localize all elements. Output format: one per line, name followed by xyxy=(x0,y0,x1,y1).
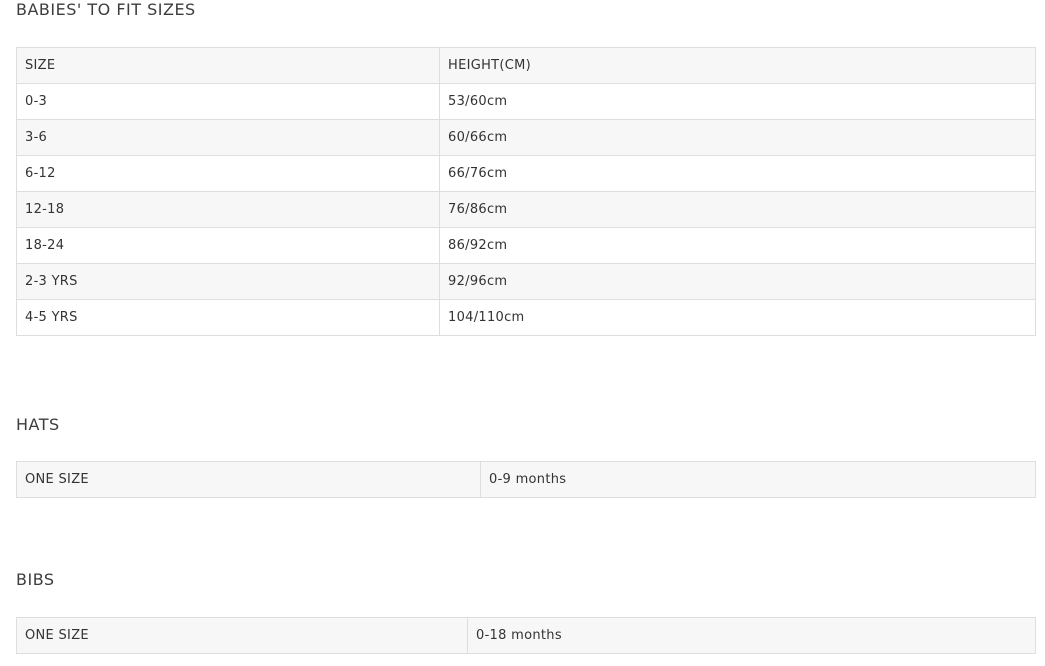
size-cell: 4-5 YRS xyxy=(16,299,440,336)
size-cell: 6-12 xyxy=(16,155,440,192)
height-cell: 60/66cm xyxy=(439,119,1036,156)
table-row: ONE SIZE 0-18 months xyxy=(16,617,1036,654)
bibs-size-table: ONE SIZE 0-18 months xyxy=(16,617,1036,654)
table-row: ONE SIZE 0-9 months xyxy=(16,461,1036,498)
table-row: 3-6 60/66cm xyxy=(16,119,1036,156)
height-cell: 76/86cm xyxy=(439,191,1036,228)
height-cell: 53/60cm xyxy=(439,83,1036,120)
height-cell: 86/92cm xyxy=(439,227,1036,264)
height-cell: 92/96cm xyxy=(439,263,1036,300)
column-header-height: HEIGHT(CM) xyxy=(439,47,1036,84)
size-cell: ONE SIZE xyxy=(16,461,481,498)
size-cell: 18-24 xyxy=(16,227,440,264)
hats-size-table: ONE SIZE 0-9 months xyxy=(16,461,1036,498)
age-range-cell: 0-9 months xyxy=(480,461,1036,498)
age-range-cell: 0-18 months xyxy=(467,617,1036,654)
bibs-title: BIBS xyxy=(16,570,55,589)
table-row: 6-12 66/76cm xyxy=(16,155,1036,192)
size-cell: 3-6 xyxy=(16,119,440,156)
table-row: 12-18 76/86cm xyxy=(16,191,1036,228)
size-cell: 12-18 xyxy=(16,191,440,228)
babies-size-table: SIZE HEIGHT(CM) 0-3 53/60cm 3-6 60/66cm … xyxy=(16,47,1036,336)
size-cell: 0-3 xyxy=(16,83,440,120)
table-row: 18-24 86/92cm xyxy=(16,227,1036,264)
column-header-size: SIZE xyxy=(16,47,440,84)
table-row: 2-3 YRS 92/96cm xyxy=(16,263,1036,300)
size-cell: ONE SIZE xyxy=(16,617,468,654)
babies-sizes-title: BABIES' TO FIT SIZES xyxy=(16,0,196,19)
height-cell: 104/110cm xyxy=(439,299,1036,336)
hats-title: HATS xyxy=(16,415,60,434)
table-row: 0-3 53/60cm xyxy=(16,83,1036,120)
height-cell: 66/76cm xyxy=(439,155,1036,192)
table-header-row: SIZE HEIGHT(CM) xyxy=(16,47,1036,84)
size-cell: 2-3 YRS xyxy=(16,263,440,300)
table-row: 4-5 YRS 104/110cm xyxy=(16,299,1036,336)
